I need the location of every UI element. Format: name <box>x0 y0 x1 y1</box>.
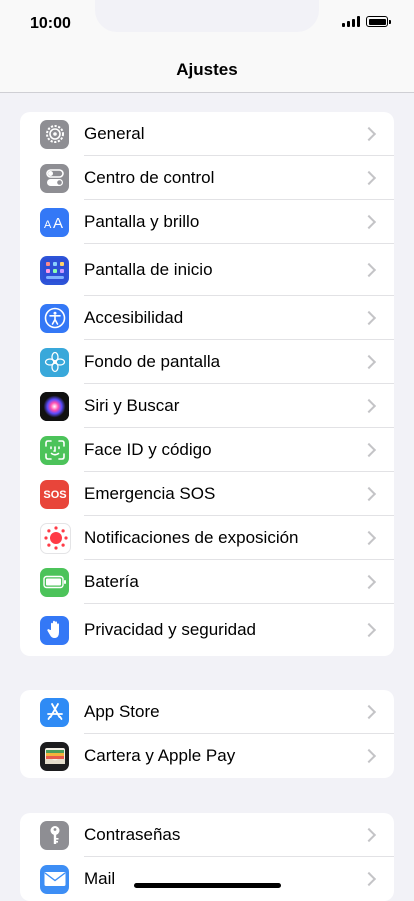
svg-text:A: A <box>44 219 52 231</box>
face-id-icon <box>40 435 69 465</box>
settings-row-wallet[interactable]: Cartera y Apple Pay <box>20 734 394 778</box>
chevron-right-icon <box>361 310 377 326</box>
toggles-icon <box>40 163 69 193</box>
status-icons <box>342 16 391 27</box>
settings-row-gear[interactable]: General <box>20 112 394 156</box>
settings-row-label: General <box>84 124 145 143</box>
nav-bar: Ajustes <box>0 50 414 93</box>
chevron-right-icon <box>361 486 377 502</box>
settings-row-home-grid[interactable]: Pantalla de inicio <box>20 244 394 296</box>
chevron-right-icon <box>361 704 377 720</box>
mail-icon <box>40 864 69 894</box>
battery-status-icon <box>366 16 391 27</box>
settings-row-label: Pantalla y brillo <box>84 212 200 231</box>
chevron-right-icon <box>361 126 377 142</box>
flower-icon <box>40 347 69 377</box>
wallet-icon <box>40 741 69 771</box>
settings-row-label: Face ID y código <box>84 440 212 459</box>
chevron-right-icon <box>361 398 377 414</box>
sos-icon: SOS <box>40 479 69 509</box>
settings-group-system: General Centro de control A A Pantalla y bri… <box>20 112 394 656</box>
signal-icon <box>342 16 360 27</box>
hand-icon <box>40 615 69 645</box>
app-store-icon <box>40 697 69 727</box>
settings-row-face-id[interactable]: Face ID y código <box>20 428 394 472</box>
chevron-right-icon <box>361 871 377 887</box>
settings-row-label: Accesibilidad <box>84 308 184 327</box>
settings-row-app-store[interactable]: App Store <box>20 690 394 734</box>
settings-row-flower[interactable]: Fondo de pantalla <box>20 340 394 384</box>
settings-row-label: Fondo de pantalla <box>84 352 221 371</box>
chevron-right-icon <box>361 214 377 230</box>
settings-row-label: Privacidad y seguridad <box>84 620 256 639</box>
settings-row-mail[interactable]: Mail <box>20 857 394 901</box>
settings-row-label: App Store <box>84 702 160 721</box>
chevron-right-icon <box>361 442 377 458</box>
chevron-right-icon <box>361 262 377 278</box>
settings-row-label: Siri y Buscar <box>84 396 180 415</box>
chevron-right-icon <box>361 574 377 590</box>
settings-row-sos[interactable]: SOS Emergencia SOS <box>20 472 394 516</box>
home-grid-icon <box>40 255 69 285</box>
settings-row-siri[interactable]: Siri y Buscar <box>20 384 394 428</box>
siri-icon <box>40 391 69 421</box>
chevron-right-icon <box>361 622 377 638</box>
chevron-right-icon <box>361 827 377 843</box>
notch <box>95 0 319 32</box>
text-size-icon: AA <box>40 207 69 237</box>
settings-row-hand[interactable]: Privacidad y seguridad <box>20 604 394 656</box>
chevron-right-icon <box>361 530 377 546</box>
settings-row-toggles[interactable]: Centro de control <box>20 156 394 200</box>
gear-icon <box>40 119 69 149</box>
key-icon <box>40 820 69 850</box>
chevron-right-icon <box>361 748 377 764</box>
home-indicator[interactable] <box>134 883 281 888</box>
settings-row-label: Contraseñas <box>84 825 181 844</box>
accessibility-icon <box>40 303 69 333</box>
status-bar: 10:00 <box>0 0 414 50</box>
battery-icon <box>40 567 69 597</box>
svg-text:SOS: SOS <box>43 489 66 501</box>
status-time: 10:00 <box>30 15 71 32</box>
settings-row-label: Notificaciones de exposición <box>84 528 299 547</box>
page-title: Ajustes <box>176 60 238 79</box>
chevron-right-icon <box>361 354 377 370</box>
settings-row-battery[interactable]: Batería <box>20 560 394 604</box>
settings-row-label: Batería <box>84 572 139 591</box>
settings-row-exposure[interactable]: Notificaciones de exposición <box>20 516 394 560</box>
svg-text:A: A <box>53 215 63 231</box>
settings-row-text-size[interactable]: A A Pantalla y brillo <box>20 200 394 244</box>
exposure-icon <box>40 522 71 554</box>
settings-group-store: App Store Cartera y Apple Pay <box>20 690 394 778</box>
settings-row-label: Emergencia SOS <box>84 484 216 503</box>
settings-row-accessibility[interactable]: Accesibilidad <box>20 296 394 340</box>
settings-row-label: Mail <box>84 869 116 888</box>
settings-row-label: Pantalla de inicio <box>84 260 213 279</box>
settings-row-key[interactable]: Contraseñas <box>20 813 394 857</box>
chevron-right-icon <box>361 170 377 186</box>
settings-row-label: Centro de control <box>84 168 215 187</box>
settings-row-label: Cartera y Apple Pay <box>84 746 236 765</box>
